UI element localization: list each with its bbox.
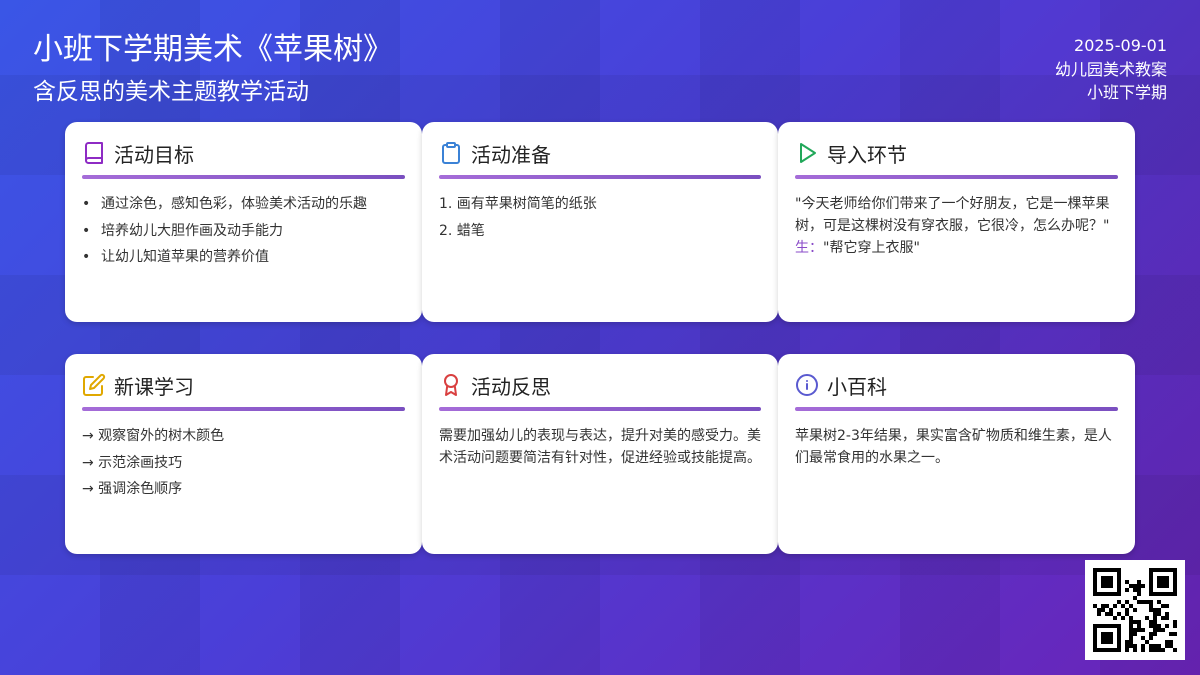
grade-label: 小班下学期 <box>1086 83 1167 102</box>
card-divider <box>795 175 1118 179</box>
card-divider <box>82 175 405 179</box>
wiki-text: 苹果树2-3年结果，果实富含矿物质和维生素，是人们最常食用的水果之一。 <box>795 428 1112 466</box>
card-reflect-title: 活动反思 <box>471 374 551 399</box>
card-divider <box>82 407 405 411</box>
card-goals-title: 活动目标 <box>114 142 194 167</box>
list-item: → 强调涂色顺序 <box>82 481 183 497</box>
speaker-label: 生： <box>795 240 823 256</box>
play-icon <box>800 143 816 163</box>
info-icon <box>796 374 818 396</box>
student-reply: 生："帮它穿上衣服" <box>795 237 1118 259</box>
card-wiki-title: 小百科 <box>827 374 887 399</box>
card-learn: 新课学习 → 观察窗外的树木颜色 → 示范涂画技巧 → 强调涂色顺序 <box>65 354 422 554</box>
learn-list: → 观察窗外的树木颜色 → 示范涂画技巧 → 强调涂色顺序 <box>82 425 405 500</box>
date-label: 2025-09-01 <box>1074 36 1167 55</box>
student-answer: "帮它穿上衣服" <box>823 240 920 256</box>
book-icon <box>85 142 103 164</box>
card-learn-title: 新课学习 <box>114 374 194 399</box>
list-item: → 示范涂画技巧 <box>82 454 183 471</box>
reflect-text: 需要加强幼儿的表现与表达，提升对美的感受力。美术活动问题要简洁有针对性，促进经验… <box>439 428 761 466</box>
card-intro-title: 导入环节 <box>827 142 907 167</box>
page-subtitle: 含反思的美术主题教学活动 <box>33 79 309 105</box>
list-item: → 观察窗外的树木颜色 <box>82 428 225 444</box>
list-item: 通过涂色，感知色彩，体验美术活动的乐趣 <box>82 193 405 215</box>
list-item: 1. 画有苹果树简笔的纸张 <box>439 196 597 212</box>
list-item: 2. 蜡笔 <box>439 222 485 239</box>
card-prep: 活动准备 1. 画有苹果树简笔的纸张 2. 蜡笔 <box>422 122 778 322</box>
prep-list: 1. 画有苹果树简笔的纸张 2. 蜡笔 <box>439 193 761 242</box>
goals-list: 通过涂色，感知色彩，体验美术活动的乐趣 培养幼儿大胆作画及动手能力 让幼儿知道苹… <box>82 193 405 268</box>
award-icon <box>444 374 458 396</box>
card-divider <box>439 175 761 179</box>
header-meta: 2025-09-01 幼儿园美术教案 小班下学期 <box>1055 34 1167 105</box>
qr-code <box>1085 560 1185 660</box>
card-wiki: 小百科 苹果树2-3年结果，果实富含矿物质和维生素，是人们最常食用的水果之一。 <box>778 354 1135 554</box>
card-divider <box>795 407 1118 411</box>
card-prep-title: 活动准备 <box>471 142 551 167</box>
page-title: 小班下学期美术《苹果树》 <box>33 32 393 67</box>
edit-icon <box>83 373 106 396</box>
intro-text: "今天老师给你们带来了一个好朋友，它是一棵苹果树，可是这棵树没有穿衣服，它很冷，… <box>795 193 1118 259</box>
header: 小班下学期美术《苹果树》 含反思的美术主题教学活动 <box>33 30 393 108</box>
card-reflect: 活动反思 需要加强幼儿的表现与表达，提升对美的感受力。美术活动问题要简洁有针对性… <box>422 354 778 554</box>
teacher-quote: "今天老师给你们带来了一个好朋友，它是一棵苹果树，可是这棵树没有穿衣服，它很冷，… <box>795 196 1110 234</box>
card-intro: 导入环节 "今天老师给你们带来了一个好朋友，它是一棵苹果树，可是这棵树没有穿衣服… <box>778 122 1135 322</box>
card-divider <box>439 407 761 411</box>
clipboard-icon <box>442 142 460 164</box>
list-item: 培养幼儿大胆作画及动手能力 <box>82 220 405 242</box>
category-label: 幼儿园美术教案 <box>1054 59 1167 79</box>
card-goals: 活动目标 通过涂色，感知色彩，体验美术活动的乐趣 培养幼儿大胆作画及动手能力 让… <box>65 122 422 322</box>
list-item: 让幼儿知道苹果的营养价值 <box>82 246 405 268</box>
